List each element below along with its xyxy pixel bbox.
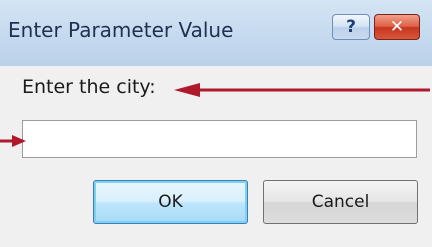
arrow-icon [0,135,26,147]
window-title: Enter Parameter Value [8,18,234,42]
close-icon: ✕ [389,16,405,37]
prompt-label: Enter the city: [22,76,156,98]
title-bar[interactable]: Enter Parameter Value ? ✕ [0,0,432,67]
cancel-button[interactable]: Cancel [263,180,418,224]
help-icon: ? [346,16,356,37]
parameter-dialog: Enter Parameter Value ? ✕ Enter the city… [0,0,432,247]
arrow-icon [174,83,430,97]
help-button[interactable]: ? [332,14,370,40]
ok-button[interactable]: OK [93,180,248,224]
city-input[interactable] [22,120,417,158]
close-button[interactable]: ✕ [374,14,420,40]
